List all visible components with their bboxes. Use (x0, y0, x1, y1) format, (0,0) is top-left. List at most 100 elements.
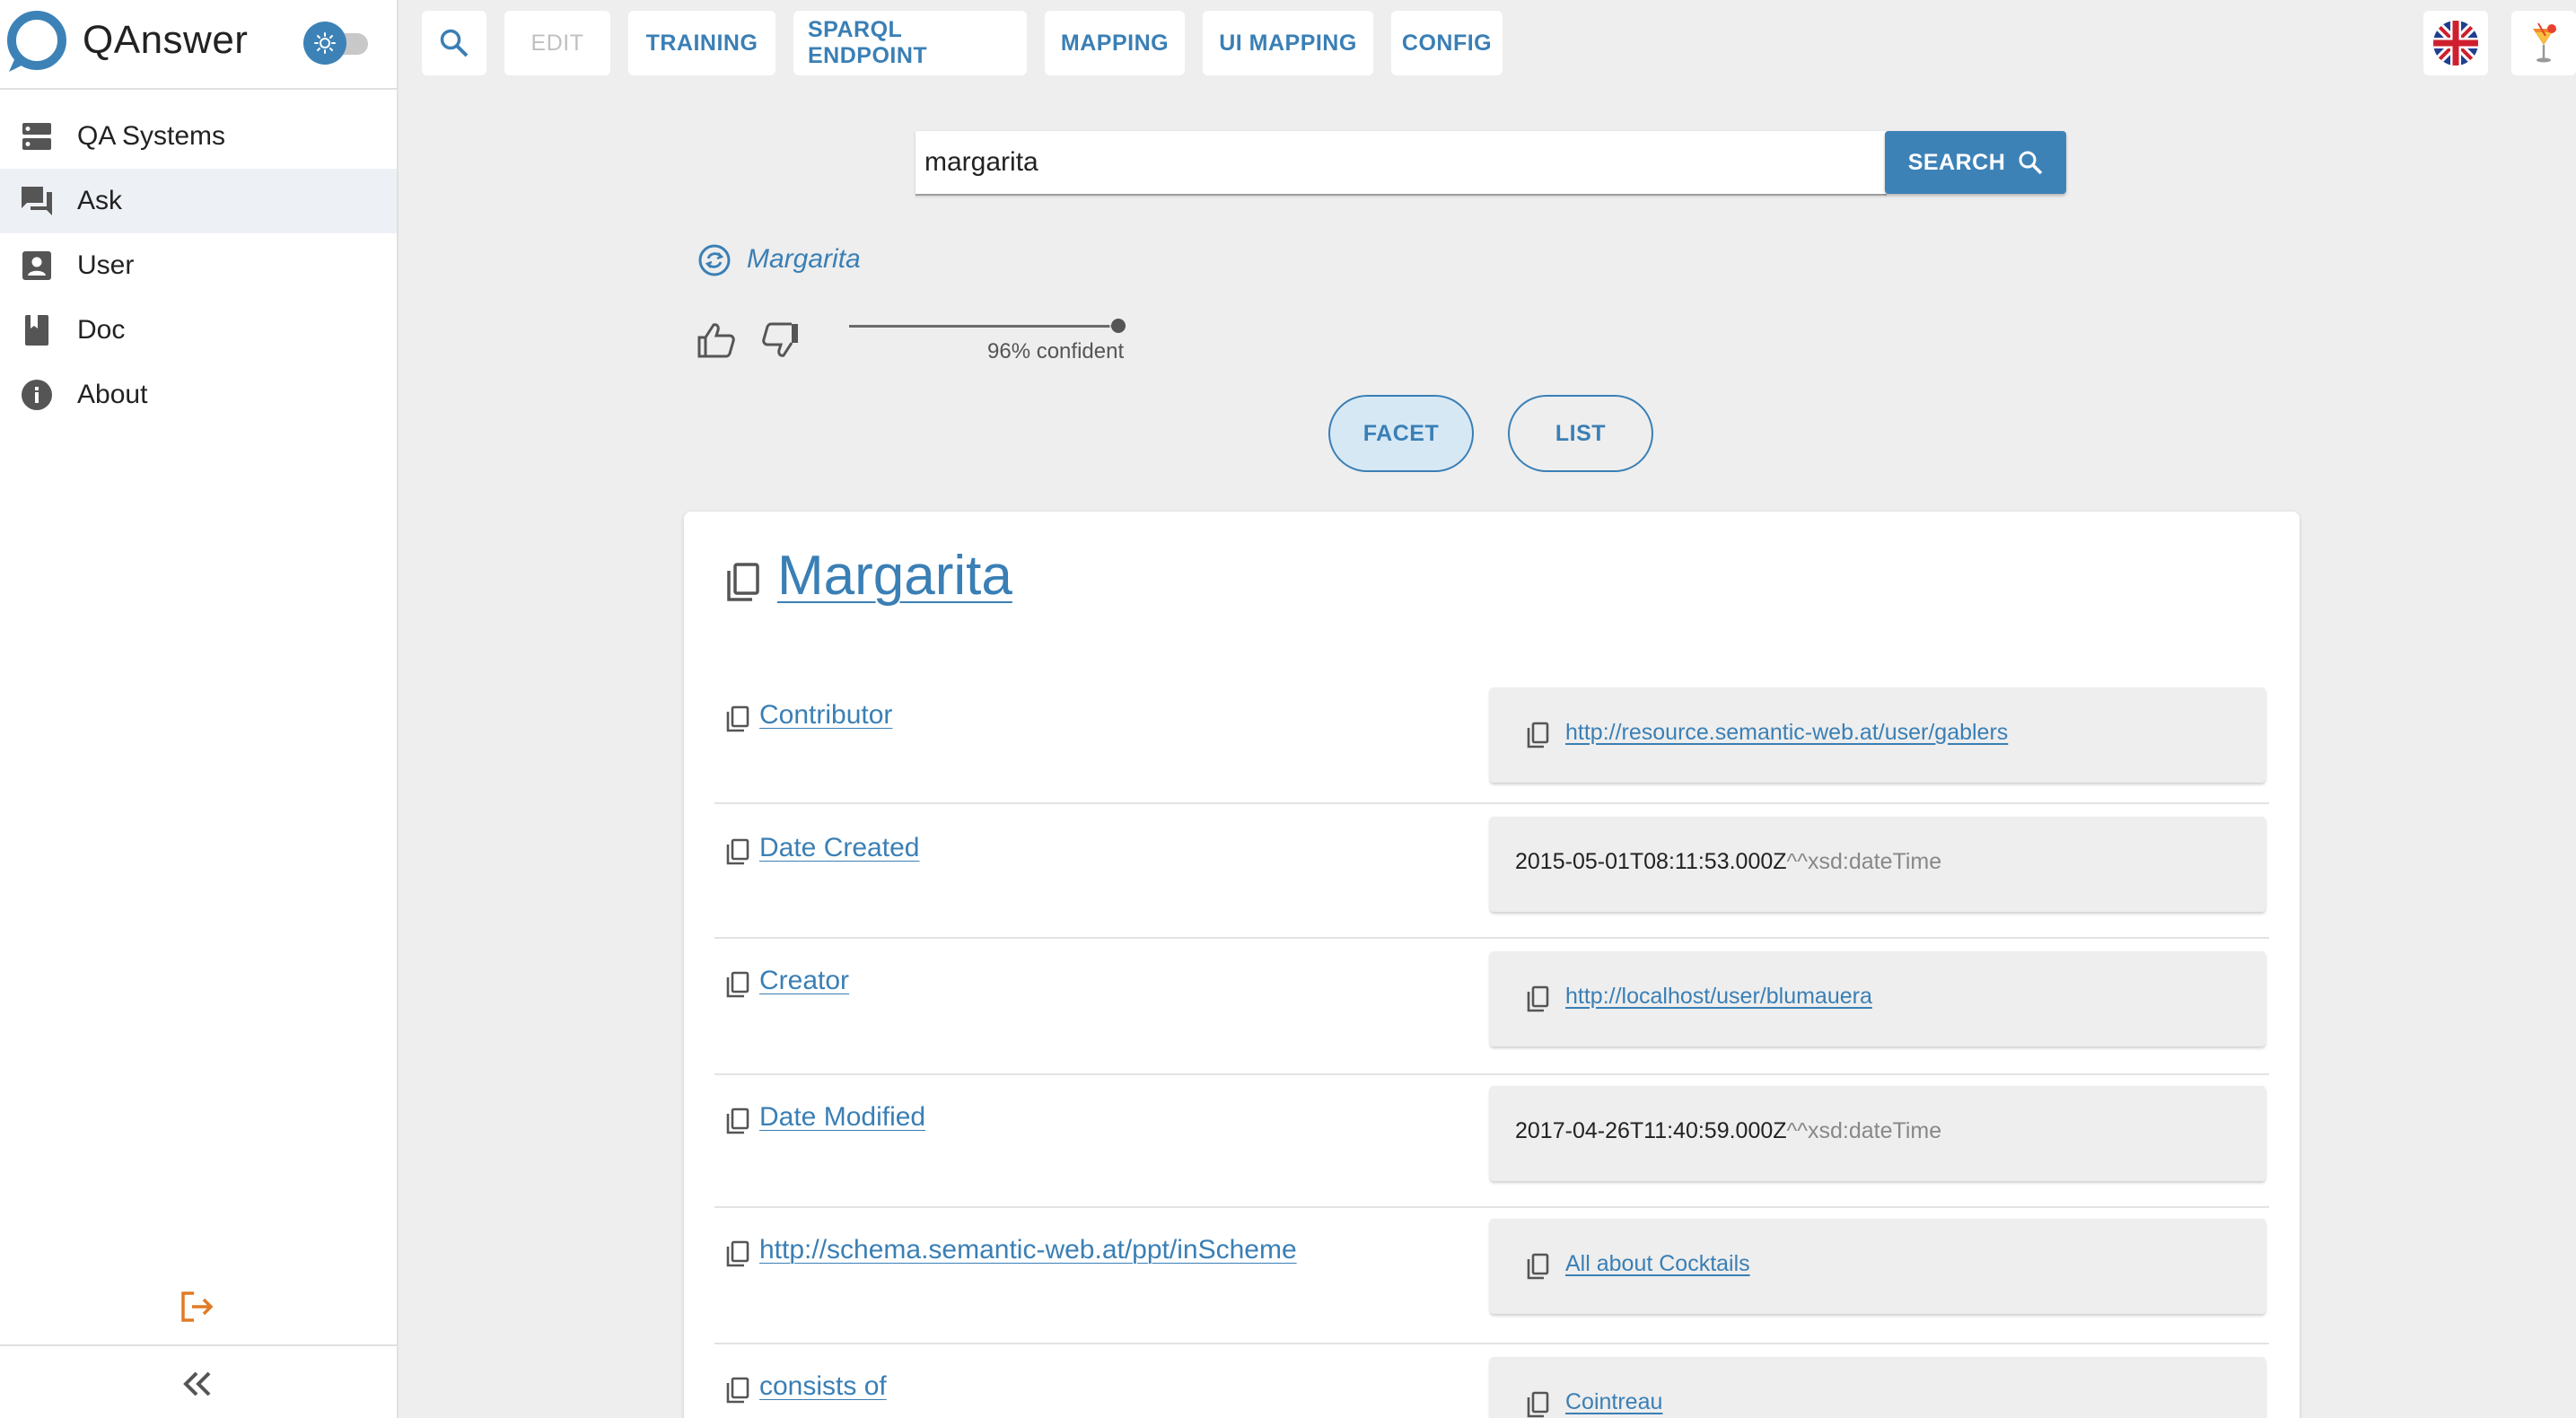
property-row: http://schema.semantic-web.at/ppt/inSche… (714, 1210, 2269, 1344)
search-button-label: SEARCH (1907, 149, 2006, 175)
top-toolbar: EDIT TRAINING SPARQL ENDPOINT MAPPING UI… (422, 11, 1503, 75)
property-value: 2015-05-01T08:11:53.000Z^^xsd:dateTime (1490, 817, 2265, 912)
brand-header: QAnswer (0, 0, 397, 90)
collapse-sidebar-button[interactable] (176, 1362, 219, 1405)
confidence-bar-fill (849, 325, 1109, 328)
sidebar-item-qa-systems[interactable]: QA Systems (0, 104, 397, 169)
property-value: Cointreau (1490, 1357, 2265, 1418)
confidence-knob (1111, 319, 1126, 333)
property-label[interactable]: Contributor (759, 700, 892, 731)
property-value: 2017-04-26T11:40:59.000Z^^xsd:dateTime (1490, 1086, 2265, 1181)
copy-icon[interactable] (1526, 722, 1549, 748)
interpretation-icon (698, 244, 731, 276)
answer-title: Margarita (747, 244, 861, 274)
copy-icon[interactable] (725, 1107, 750, 1134)
cocktail-icon (2533, 22, 2556, 63)
top-right-actions (2423, 11, 2576, 75)
literal-text: 2015-05-01T08:11:53.000Z (1515, 849, 1787, 874)
thumbs-down-icon (762, 322, 798, 357)
logout-icon (181, 1291, 214, 1322)
search-icon (440, 29, 469, 57)
copy-icon[interactable] (1526, 1391, 1549, 1418)
info-icon (20, 378, 54, 412)
theme-toggle[interactable] (303, 22, 372, 65)
result-card: Margarita Contributor http://resource.se… (684, 512, 2300, 1418)
search-field (916, 131, 1887, 196)
property-value: All about Cocktails (1490, 1219, 2265, 1314)
list-view-button[interactable]: LIST (1508, 395, 1653, 472)
copy-icon[interactable] (725, 1377, 750, 1404)
copy-icon[interactable] (725, 1240, 750, 1267)
sparql-endpoint-button[interactable]: SPARQL ENDPOINT (793, 11, 1027, 75)
dataset-button[interactable] (2511, 11, 2576, 75)
edit-button[interactable]: EDIT (504, 11, 610, 75)
thumbs-up-button[interactable] (695, 319, 738, 361)
copy-icon[interactable] (725, 971, 750, 998)
dns-icon (20, 119, 54, 153)
sidebar-item-ask[interactable]: Ask (0, 169, 397, 233)
property-row: Date Created 2015-05-01T08:11:53.000Z^^x… (714, 806, 2269, 939)
property-label[interactable]: http://schema.semantic-web.at/ppt/inSche… (759, 1235, 1297, 1265)
property-row: Creator http://localhost/user/blumauera (714, 941, 2269, 1075)
sidebar-item-label: User (77, 250, 135, 280)
sidebar-item-label: About (77, 380, 148, 409)
forum-icon (20, 184, 54, 218)
resource-title-link[interactable]: Margarita (777, 544, 1012, 608)
book-icon (20, 313, 54, 347)
thumbs-down-button[interactable] (759, 319, 802, 361)
account-box-icon (20, 249, 54, 283)
literal-text: 2017-04-26T11:40:59.000Z (1515, 1118, 1787, 1143)
property-row: consists of Cointreau (714, 1346, 2269, 1418)
confidence-label: 96% confident (987, 339, 1125, 363)
config-button[interactable]: CONFIG (1391, 11, 1503, 75)
sidebar-nav: QA Systems Ask User Doc About (0, 104, 397, 427)
literal-value: 2015-05-01T08:11:53.000Z^^xsd:dateTime (1515, 849, 1941, 875)
value-link[interactable]: http://localhost/user/blumauera (1565, 984, 1872, 1010)
ui-mapping-button[interactable]: UI MAPPING (1203, 11, 1373, 75)
confidence-bar (849, 325, 1120, 328)
mapping-button[interactable]: MAPPING (1045, 11, 1185, 75)
view-toggle: FACET LIST (1328, 395, 1653, 472)
sidebar-item-doc[interactable]: Doc (0, 298, 397, 363)
property-row: Date Modified 2017-04-26T11:40:59.000Z^^… (714, 1077, 2269, 1208)
property-label[interactable]: Date Created (759, 833, 919, 863)
sidebar-item-user[interactable]: User (0, 233, 397, 298)
property-value: http://resource.semantic-web.at/user/gab… (1490, 687, 2265, 783)
sidebar-item-label: Ask (77, 186, 123, 215)
language-button[interactable] (2423, 11, 2488, 75)
copy-icon[interactable] (723, 562, 761, 603)
property-row: Contributor http://resource.semantic-web… (714, 678, 2269, 804)
search-icon (2019, 151, 2043, 175)
sidebar: QAnswer QA Systems Ask User Doc About (0, 0, 399, 1418)
sidebar-footer (0, 1344, 397, 1418)
double-chevron-left-icon (183, 1371, 211, 1396)
sidebar-item-about[interactable]: About (0, 363, 397, 427)
search-toggle-button[interactable] (422, 11, 486, 75)
facet-view-button[interactable]: FACET (1328, 395, 1474, 472)
copy-icon[interactable] (1526, 1253, 1549, 1280)
property-value: http://localhost/user/blumauera (1490, 951, 2265, 1046)
property-label[interactable]: Date Modified (759, 1102, 925, 1133)
copy-icon[interactable] (725, 838, 750, 865)
app-name: QAnswer (83, 18, 249, 62)
qanswer-logo-icon (7, 11, 66, 72)
value-link[interactable]: All about Cocktails (1565, 1251, 1750, 1277)
thumbs-up-icon (697, 323, 735, 358)
copy-icon[interactable] (725, 705, 750, 732)
value-link[interactable]: http://resource.semantic-web.at/user/gab… (1565, 720, 2008, 746)
sidebar-item-label: QA Systems (77, 121, 226, 151)
property-label[interactable]: Creator (759, 966, 849, 996)
logout-button[interactable] (176, 1285, 219, 1328)
uk-flag-icon (2433, 21, 2478, 66)
literal-datatype: ^^xsd:dateTime (1786, 849, 1942, 874)
literal-value: 2017-04-26T11:40:59.000Z^^xsd:dateTime (1515, 1118, 1941, 1144)
search-input[interactable] (916, 131, 1887, 194)
training-button[interactable]: TRAINING (628, 11, 775, 75)
copy-icon[interactable] (1526, 985, 1549, 1012)
sidebar-item-label: Doc (77, 315, 126, 345)
sun-icon (303, 22, 346, 65)
search-button[interactable]: SEARCH (1885, 131, 2066, 194)
property-label[interactable]: consists of (759, 1371, 887, 1402)
literal-datatype: ^^xsd:dateTime (1786, 1118, 1942, 1143)
value-link[interactable]: Cointreau (1565, 1389, 1662, 1415)
